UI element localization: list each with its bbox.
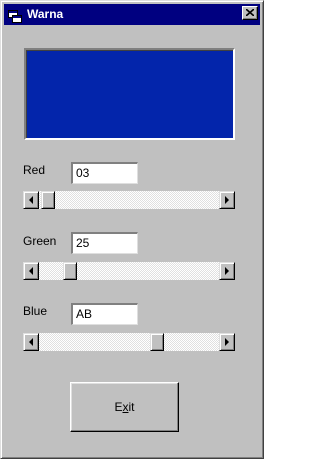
window-title: Warna bbox=[27, 7, 64, 21]
blue-scroll-left-button[interactable] bbox=[23, 333, 39, 351]
red-scroll-left-button[interactable] bbox=[23, 191, 39, 209]
red-scrollbar[interactable] bbox=[23, 191, 235, 209]
red-scroll-right-button[interactable] bbox=[219, 191, 235, 209]
green-scroll-thumb[interactable] bbox=[63, 262, 77, 280]
arrow-right-icon bbox=[225, 196, 229, 204]
exit-label-prefix: E bbox=[114, 400, 123, 414]
exit-button[interactable]: Exit bbox=[70, 382, 179, 432]
app-window-icon bbox=[8, 8, 22, 23]
green-label: Green bbox=[23, 234, 57, 248]
color-swatch bbox=[26, 50, 233, 138]
blue-scroll-right-button[interactable] bbox=[219, 333, 235, 351]
title-bar[interactable]: Warna bbox=[4, 4, 260, 25]
main-window: Warna Red 03 Green 25 Blue AB Exit bbox=[0, 0, 264, 459]
blue-scroll-thumb[interactable] bbox=[150, 333, 164, 351]
green-hex-field[interactable]: 25 bbox=[71, 232, 138, 254]
green-scroll-left-button[interactable] bbox=[23, 262, 39, 280]
exit-label-suffix: it bbox=[128, 400, 135, 414]
arrow-left-icon bbox=[29, 196, 33, 204]
blue-hex-field[interactable]: AB bbox=[71, 303, 138, 325]
blue-label: Blue bbox=[23, 304, 48, 318]
color-preview bbox=[24, 48, 235, 140]
arrow-left-icon bbox=[29, 267, 33, 275]
green-scroll-right-button[interactable] bbox=[219, 262, 235, 280]
arrow-right-icon bbox=[225, 338, 229, 346]
arrow-left-icon bbox=[29, 338, 33, 346]
red-label: Red bbox=[23, 163, 46, 177]
arrow-right-icon bbox=[225, 267, 229, 275]
blue-scrollbar[interactable] bbox=[23, 333, 235, 351]
close-icon bbox=[246, 9, 254, 16]
green-scrollbar[interactable] bbox=[23, 262, 235, 280]
red-hex-field[interactable]: 03 bbox=[71, 162, 138, 184]
close-button[interactable] bbox=[242, 6, 258, 20]
red-scroll-thumb[interactable] bbox=[41, 191, 55, 209]
